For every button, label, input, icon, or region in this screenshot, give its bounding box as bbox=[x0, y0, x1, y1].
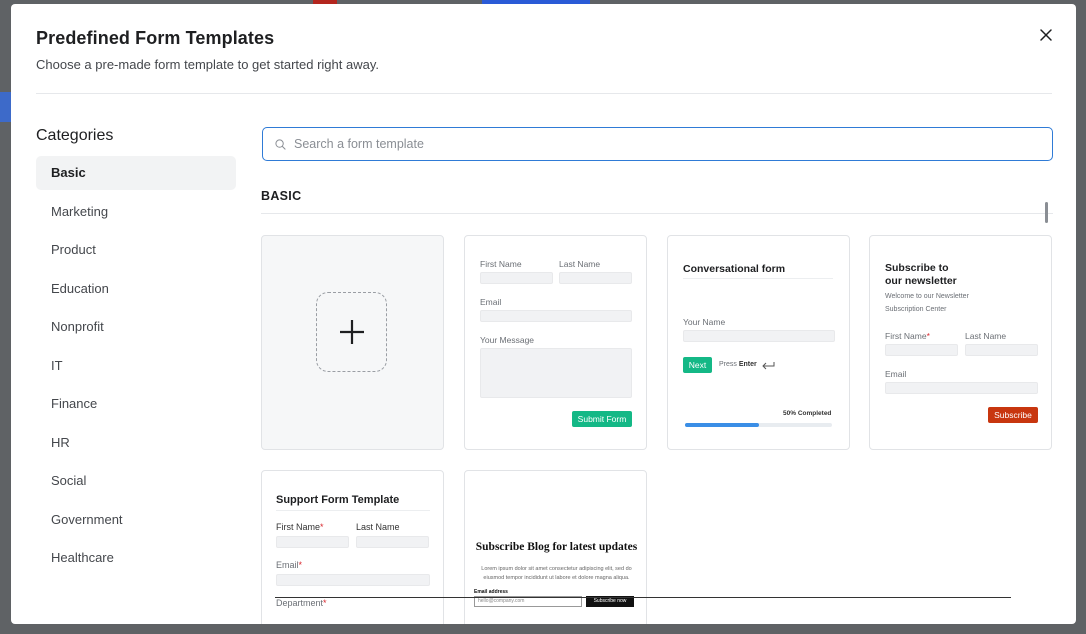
next-button: Next bbox=[683, 357, 712, 373]
support-department-label: Department* bbox=[276, 598, 327, 608]
category-social[interactable]: Social bbox=[36, 464, 236, 498]
newsletter-center: Subscription Center bbox=[885, 306, 947, 313]
templates-modal: Predefined Form Templates Choose a pre-m… bbox=[11, 4, 1076, 624]
your-name-field bbox=[683, 330, 835, 342]
contact-form-card[interactable]: First Name Last Name Email Your Message … bbox=[464, 235, 647, 450]
press-enter-hint: Press Enter bbox=[719, 361, 757, 368]
press-text: Press bbox=[719, 361, 737, 368]
newsletter-email-field bbox=[885, 382, 1038, 394]
newsletter-welcome: Welcome to our Newsletter bbox=[885, 293, 969, 300]
category-product[interactable]: Product bbox=[36, 233, 236, 267]
category-finance[interactable]: Finance bbox=[36, 387, 236, 421]
category-hr[interactable]: HR bbox=[36, 426, 236, 460]
first-name-label: First Name bbox=[480, 259, 522, 269]
search-box[interactable] bbox=[262, 127, 1053, 161]
progress-track bbox=[685, 423, 832, 427]
conversational-title: Conversational form bbox=[683, 263, 786, 275]
category-healthcare[interactable]: Healthcare bbox=[36, 541, 236, 575]
newsletter-card[interactable]: Subscribe to our newsletter Welcome to o… bbox=[869, 235, 1052, 450]
support-first-name-text: First Name bbox=[276, 522, 321, 532]
close-button[interactable] bbox=[1031, 20, 1061, 50]
submit-form-button: Submit Form bbox=[572, 411, 632, 427]
support-title: Support Form Template bbox=[276, 494, 400, 506]
header-divider bbox=[36, 93, 1052, 94]
message-label: Your Message bbox=[480, 335, 535, 345]
newsletter-first-name-text: First Name bbox=[885, 331, 927, 341]
newsletter-first-name-field bbox=[885, 344, 958, 356]
newsletter-title-line1: Subscribe to bbox=[885, 262, 949, 274]
category-basic[interactable]: Basic bbox=[36, 156, 236, 190]
category-government[interactable]: Government bbox=[36, 503, 236, 537]
last-name-label: Last Name bbox=[559, 259, 601, 269]
blog-body: Lorem ipsum dolor sit amet consectetur a… bbox=[465, 565, 646, 583]
blog-title: Subscribe Blog for latest updates bbox=[475, 541, 638, 553]
newsletter-title-line2: our newsletter bbox=[885, 275, 957, 287]
support-first-name-label: First Name* bbox=[276, 522, 324, 532]
search-input[interactable] bbox=[294, 137, 994, 151]
newsletter-first-name-label: First Name* bbox=[885, 331, 930, 341]
your-name-label: Your Name bbox=[683, 317, 726, 327]
modal-title: Predefined Form Templates bbox=[36, 28, 275, 48]
section-label: BASIC bbox=[261, 189, 302, 203]
conversational-form-card[interactable]: Conversational form Your Name Next Press… bbox=[667, 235, 850, 450]
blog-body-line2: eiusmod tempor incididunt ut labore et d… bbox=[483, 575, 630, 581]
enter-text: Enter bbox=[738, 361, 757, 368]
modal-subtitle: Choose a pre-made form template to get s… bbox=[36, 57, 379, 72]
progress-fill bbox=[685, 423, 759, 427]
blog-email-label: Email address bbox=[474, 589, 508, 595]
section-divider bbox=[261, 213, 1053, 214]
category-marketing[interactable]: Marketing bbox=[36, 195, 236, 229]
support-email-field bbox=[276, 574, 430, 586]
newsletter-last-name-field bbox=[965, 344, 1038, 356]
support-form-card[interactable]: Support Form Template First Name* Last N… bbox=[261, 470, 444, 624]
title-underline bbox=[683, 278, 833, 279]
plus-icon bbox=[339, 320, 364, 344]
support-email-label: Email* bbox=[276, 560, 303, 570]
blank-template-card[interactable] bbox=[261, 235, 444, 450]
close-icon bbox=[1040, 29, 1052, 41]
category-nonprofit[interactable]: Nonprofit bbox=[36, 310, 236, 344]
support-title-underline bbox=[276, 510, 430, 511]
category-it[interactable]: IT bbox=[36, 349, 236, 383]
support-first-name-field bbox=[276, 536, 349, 548]
support-last-name-label: Last Name bbox=[356, 522, 400, 532]
subscribe-button: Subscribe bbox=[988, 407, 1038, 423]
scrollbar-thumb[interactable] bbox=[1045, 202, 1048, 223]
support-email-text: Email bbox=[276, 560, 299, 570]
search-icon bbox=[275, 138, 286, 150]
plus-box bbox=[316, 292, 387, 372]
newsletter-last-name-label: Last Name bbox=[965, 331, 1007, 341]
blog-subscribe-card[interactable]: Subscribe Blog for latest updates Lorem … bbox=[464, 470, 647, 624]
email-field bbox=[480, 310, 632, 322]
support-last-name-field bbox=[356, 536, 429, 548]
email-label: Email bbox=[480, 297, 502, 307]
progress-text: 50% Completed bbox=[783, 410, 832, 417]
background-chip bbox=[0, 92, 11, 122]
drag-indicator-line bbox=[275, 597, 1011, 598]
last-name-field bbox=[559, 272, 632, 284]
first-name-field bbox=[480, 272, 553, 284]
category-education[interactable]: Education bbox=[36, 272, 236, 306]
newsletter-email-label: Email bbox=[885, 369, 907, 379]
message-field bbox=[480, 348, 632, 398]
category-list: Basic Marketing Product Education Nonpro… bbox=[36, 156, 236, 580]
enter-icon bbox=[762, 362, 775, 370]
categories-title: Categories bbox=[36, 127, 114, 144]
support-department-text: Department bbox=[276, 598, 324, 608]
blog-body-line1: Lorem ipsum dolor sit amet consectetur a… bbox=[481, 566, 632, 572]
